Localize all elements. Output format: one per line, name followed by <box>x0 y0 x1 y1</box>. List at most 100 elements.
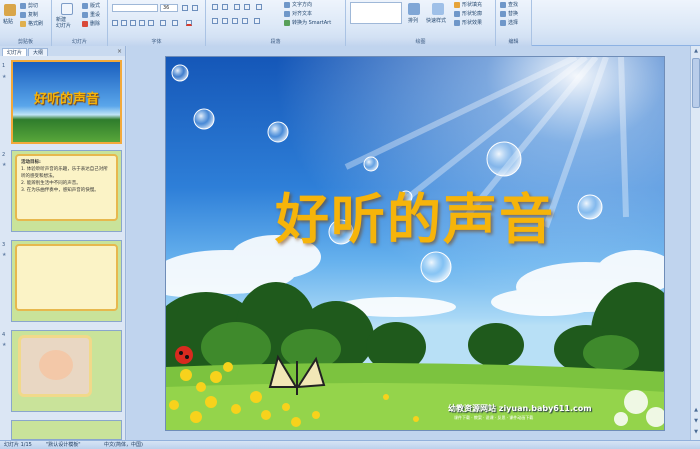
reset-icon <box>82 11 88 18</box>
bullets-icon[interactable] <box>212 4 218 10</box>
editing-area: 好听的声音 幼教资源网站 ziyuan.baby611.com 课件下载 · 教… <box>127 46 700 440</box>
cut-button[interactable]: 剪切 <box>20 2 38 9</box>
line-spacing-icon[interactable] <box>256 4 262 10</box>
transition-icon: ★ <box>2 162 7 168</box>
language-indicator: 中文(简体，中国) <box>104 442 143 448</box>
convert-smartart-button[interactable]: 转换为 SmartArt <box>284 19 331 26</box>
strikethrough-icon[interactable] <box>139 20 145 26</box>
arrange-icon[interactable] <box>408 3 420 15</box>
justify-icon[interactable] <box>242 18 248 24</box>
editing-label: 编辑 <box>496 38 531 46</box>
font-group: 36 字体 <box>108 0 206 46</box>
columns-icon[interactable] <box>254 18 260 24</box>
thumb-number: 2 <box>2 152 6 158</box>
font-name-input[interactable] <box>112 4 158 12</box>
layout-icon <box>82 2 88 9</box>
text-direction-button[interactable]: 文字方向 <box>284 1 312 8</box>
align-center-icon[interactable] <box>222 18 228 24</box>
layout-button[interactable]: 版式 <box>82 2 100 9</box>
bold-icon[interactable] <box>112 20 118 26</box>
thumb-line: 2. 能辨别生活中不同的声音。 <box>21 181 81 186</box>
paragraph-group: 文字方向 对齐文本 转换为 SmartArt 段落 <box>206 0 346 46</box>
next-slide-icon[interactable]: ▼ <box>692 417 700 425</box>
shape-outline-button[interactable]: 形状轮廓 <box>454 10 482 17</box>
text-direction-icon <box>284 1 290 8</box>
effects-icon <box>454 19 460 26</box>
tab-slides[interactable]: 幻灯片 <box>2 48 28 56</box>
vertical-scrollbar[interactable]: ▲ ▲ ▼ ▼ <box>690 46 700 440</box>
ribbon: 粘贴 剪切 复制 格式刷 剪贴板 新建 幻灯片 版式 重设 删除 幻灯片 36 … <box>0 0 700 46</box>
slides-label: 幻灯片 <box>52 38 107 46</box>
transition-icon: ★ <box>2 74 7 80</box>
shape-fill-button[interactable]: 形状填充 <box>454 1 482 8</box>
paragraph-label: 段落 <box>206 38 345 46</box>
format-painter-button[interactable]: 格式刷 <box>20 20 43 27</box>
italic-icon[interactable] <box>121 20 127 26</box>
decrease-indent-icon[interactable] <box>234 4 240 10</box>
quick-styles-icon[interactable] <box>432 3 444 15</box>
shape-effects-button[interactable]: 形状效果 <box>454 19 482 26</box>
new-slide-icon[interactable] <box>61 3 73 15</box>
clipboard-group: 粘贴 剪切 复制 格式刷 剪贴板 <box>0 0 52 46</box>
find-icon <box>500 1 506 8</box>
delete-icon <box>82 20 88 27</box>
shrink-font-icon[interactable] <box>192 5 198 11</box>
copy-icon <box>20 11 26 18</box>
align-text-button[interactable]: 对齐文本 <box>284 10 312 17</box>
shadow-icon[interactable] <box>148 20 154 26</box>
paste-icon[interactable] <box>4 4 16 16</box>
shapes-gallery[interactable] <box>350 2 402 24</box>
thumb-number: 3 <box>2 242 6 248</box>
prev-slide-icon[interactable]: ▲ <box>692 406 700 414</box>
slide-thumbnail-5[interactable] <box>11 420 122 440</box>
slide-title[interactable]: 好听的声音 <box>166 175 664 254</box>
watermark-subtext: 课件下载 · 教案 · 说课 · 反思 · 课件动画下载 <box>454 415 534 420</box>
grow-font-icon[interactable] <box>182 5 188 11</box>
select-button[interactable]: 选择 <box>500 19 518 26</box>
increase-indent-icon[interactable] <box>244 4 250 10</box>
font-label: 字体 <box>108 38 205 46</box>
font-size-input[interactable]: 36 <box>160 4 178 12</box>
reset-button[interactable]: 重设 <box>82 11 100 18</box>
thumb-heading: 活动目标: <box>21 160 41 165</box>
theme-name: "默认设计模板" <box>46 442 81 448</box>
slide-thumbnail-4[interactable] <box>11 330 122 412</box>
char-spacing-icon[interactable] <box>160 20 166 26</box>
align-left-icon[interactable] <box>212 18 218 24</box>
slide-thumbnail-3[interactable] <box>11 240 122 322</box>
thumb-number: 1 <box>2 63 6 69</box>
scroll-down-icon[interactable]: ▼ <box>692 428 700 436</box>
tab-outline[interactable]: 大纲 <box>28 48 49 56</box>
slide-thumbnail-2[interactable]: 活动目标: 1. 体验聆听声音的乐趣，乐于表达自己对所听的感受和想法。 2. 能… <box>11 150 122 232</box>
new-slide-button[interactable]: 新建 幻灯片 <box>56 17 71 29</box>
delete-button[interactable]: 删除 <box>82 20 100 27</box>
copy-button[interactable]: 复制 <box>20 11 38 18</box>
scroll-up-icon[interactable]: ▲ <box>692 47 700 55</box>
editing-group: 查找 替换 选择 编辑 <box>496 0 532 46</box>
thumb-line: 3. 在为乐曲伴奏中，感知声音的快慢。 <box>21 188 99 193</box>
outline-icon <box>454 10 460 17</box>
align-right-icon[interactable] <box>232 18 238 24</box>
scissors-icon <box>20 2 26 9</box>
transition-icon: ★ <box>2 342 7 348</box>
slide-canvas[interactable]: 好听的声音 幼教资源网站 ziyuan.baby611.com 课件下载 · 教… <box>165 56 665 431</box>
slide-thumbnail-1[interactable]: 好听的声音 <box>11 60 122 144</box>
brush-icon <box>20 20 26 27</box>
status-bar: 幻灯片 1/15 "默认设计模板" 中文(简体，中国) <box>0 440 700 449</box>
replace-icon <box>500 10 506 17</box>
quick-styles-button[interactable]: 快速样式 <box>426 17 446 24</box>
close-icon[interactable]: × <box>117 47 122 56</box>
thumb-line: 1. 体验聆听声音的乐趣，乐于表达自己对所听的感受和想法。 <box>21 167 108 179</box>
font-color-icon[interactable] <box>186 20 192 26</box>
numbering-icon[interactable] <box>222 4 228 10</box>
slides-group: 新建 幻灯片 版式 重设 删除 幻灯片 <box>52 0 108 46</box>
find-button[interactable]: 查找 <box>500 1 518 8</box>
scroll-thumb[interactable] <box>692 58 700 108</box>
thumb-book <box>15 244 118 311</box>
underline-icon[interactable] <box>130 20 136 26</box>
paste-button[interactable]: 粘贴 <box>3 18 13 25</box>
thumb-title: 好听的声音 <box>33 92 99 107</box>
replace-button[interactable]: 替换 <box>500 10 518 17</box>
change-case-icon[interactable] <box>172 20 178 26</box>
arrange-button[interactable]: 排列 <box>408 17 418 24</box>
